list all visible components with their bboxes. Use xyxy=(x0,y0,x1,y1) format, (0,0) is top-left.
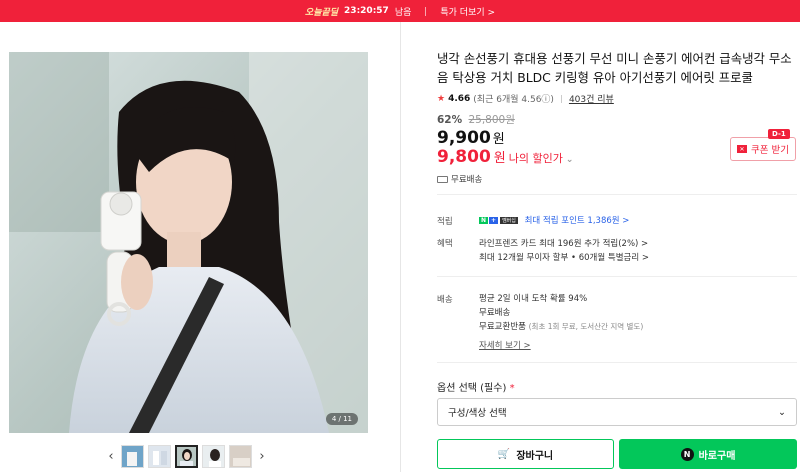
product-photo xyxy=(9,52,368,433)
my-price-unit: 원 xyxy=(493,151,506,166)
section-divider xyxy=(437,276,797,277)
section-divider xyxy=(437,194,797,195)
ship-return-sub: (최초 1회 무료, 도서산간 지역 별도) xyxy=(528,322,644,331)
option-label-text: 옵션 선택 (필수) xyxy=(437,383,507,394)
installment-link[interactable]: 최대 12개월 무이자 할부 • 60개월 특별금리 > xyxy=(479,251,649,263)
column-divider xyxy=(400,22,401,472)
original-price: 25,800원 xyxy=(468,114,515,126)
cart-icon: 🛒 xyxy=(497,448,511,460)
rating-divider xyxy=(560,94,562,103)
main-product-image[interactable]: 4 / 11 xyxy=(9,52,368,433)
thumbnail-strip: ‹ › xyxy=(105,445,268,468)
discount-percent: 62% xyxy=(437,114,463,126)
my-discount-toggle[interactable]: 나의 할인가 xyxy=(509,150,563,166)
ship-arrival: 평균 2일 이내 도착 확률 94% xyxy=(479,294,588,304)
coupon-dday-badge: D-1 xyxy=(768,129,790,139)
thumbnail-3[interactable] xyxy=(175,445,198,468)
buy-label: 바로구매 xyxy=(698,450,736,462)
next-image-button[interactable]: › xyxy=(256,446,268,468)
product-info-panel: 냉각 손선풍기 휴대용 선풍기 무선 미니 손풍기 에어컨 급속냉각 무소음 탁… xyxy=(437,22,797,472)
option-select-placeholder: 구성/색상 선택 xyxy=(448,408,507,419)
my-discount-price: 9,800 원 나의 할인가 ⌄ xyxy=(437,147,573,167)
prev-image-button[interactable]: ‹ xyxy=(105,446,117,468)
ship-return-main: 무료교환반품 xyxy=(479,322,526,332)
shipping-detail: 자세히 보기 > xyxy=(479,339,531,351)
more-deals-link[interactable]: 특가 더보기 > xyxy=(440,5,495,18)
add-to-cart-button[interactable]: 🛒 장바구니 xyxy=(437,439,614,469)
option-select[interactable]: 구성/색상 선택 ⌄ xyxy=(437,398,797,426)
ship-free: 무료배송 xyxy=(479,308,511,318)
card-benefit-link[interactable]: 라인프렌즈 카드 최대 196원 추가 적립(2%) > xyxy=(479,237,648,249)
deal-banner: 오늘끝딜 23:20:57 남음 특가 더보기 > xyxy=(0,0,800,22)
chevron-down-icon[interactable]: ⌄ xyxy=(566,155,574,165)
thumbnail-2[interactable] xyxy=(148,445,171,468)
section-divider xyxy=(437,362,797,363)
thumbnail-1[interactable] xyxy=(121,445,144,468)
thumbnail-5[interactable] xyxy=(229,445,252,468)
shipping-label: 배송 xyxy=(437,295,453,305)
npay-badge: N + 멤버십 xyxy=(479,217,518,224)
reviews-link[interactable]: 403건 리뷰 xyxy=(569,92,614,105)
ship-return: 무료교환반품 (최초 1회 무료, 도서산간 지역 별도) xyxy=(479,320,643,332)
thumbnail-4[interactable] xyxy=(202,445,225,468)
cart-label: 장바구니 xyxy=(516,450,554,462)
max-points-link[interactable]: 최대 적립 포인트 1,386원 > xyxy=(525,216,630,226)
option-label: 옵션 선택 (필수) * xyxy=(437,379,515,394)
discount-line: 62% 25,800원 xyxy=(437,112,515,127)
deal-timer: 23:20:57 xyxy=(344,6,389,16)
chevron-down-icon: ⌄ xyxy=(778,406,786,418)
image-counter: 4 / 11 xyxy=(325,413,358,425)
points-label: 적립 xyxy=(437,217,453,227)
truck-icon xyxy=(437,175,448,183)
required-mark: * xyxy=(509,383,515,394)
deal-label: 오늘끝딜 xyxy=(304,7,339,18)
star-icon: ★ xyxy=(437,93,446,104)
rating-score: 4.66 xyxy=(448,93,471,104)
my-price-value: 9,800 xyxy=(437,147,491,167)
buy-now-button[interactable]: N 바로구매 xyxy=(619,439,797,469)
free-shipping-text: 무료배송 xyxy=(451,175,483,185)
coupon-icon: ✕ xyxy=(737,145,747,153)
product-gallery: 4 / 11 ‹ › xyxy=(0,22,400,472)
sale-price-unit: 원 xyxy=(492,132,505,147)
deal-remaining: 남음 xyxy=(394,7,412,18)
rating-row: ★ 4.66 (최근 6개월 4.56ⓘ) 403건 리뷰 xyxy=(437,92,614,106)
coupon-button[interactable]: D-1 ✕ 쿠폰 받기 xyxy=(730,129,796,161)
benefit-label: 혜택 xyxy=(437,239,453,249)
sale-price: 9,900 원 xyxy=(437,128,505,148)
coupon-label: 쿠폰 받기 xyxy=(751,145,789,156)
banner-divider xyxy=(425,6,427,16)
detail-link[interactable]: 자세히 보기 > xyxy=(479,341,531,351)
points-row: N + 멤버십 최대 적립 포인트 1,386원 > xyxy=(479,214,629,226)
product-title: 냉각 손선풍기 휴대용 선풍기 무선 미니 손풍기 에어컨 급속냉각 무소음 탁… xyxy=(437,51,792,85)
sale-price-value: 9,900 xyxy=(437,128,491,148)
free-shipping-row: 무료배송 xyxy=(437,173,482,185)
rating-recent[interactable]: (최근 6개월 4.56ⓘ) xyxy=(473,92,554,105)
naver-n-icon: N xyxy=(680,447,694,461)
